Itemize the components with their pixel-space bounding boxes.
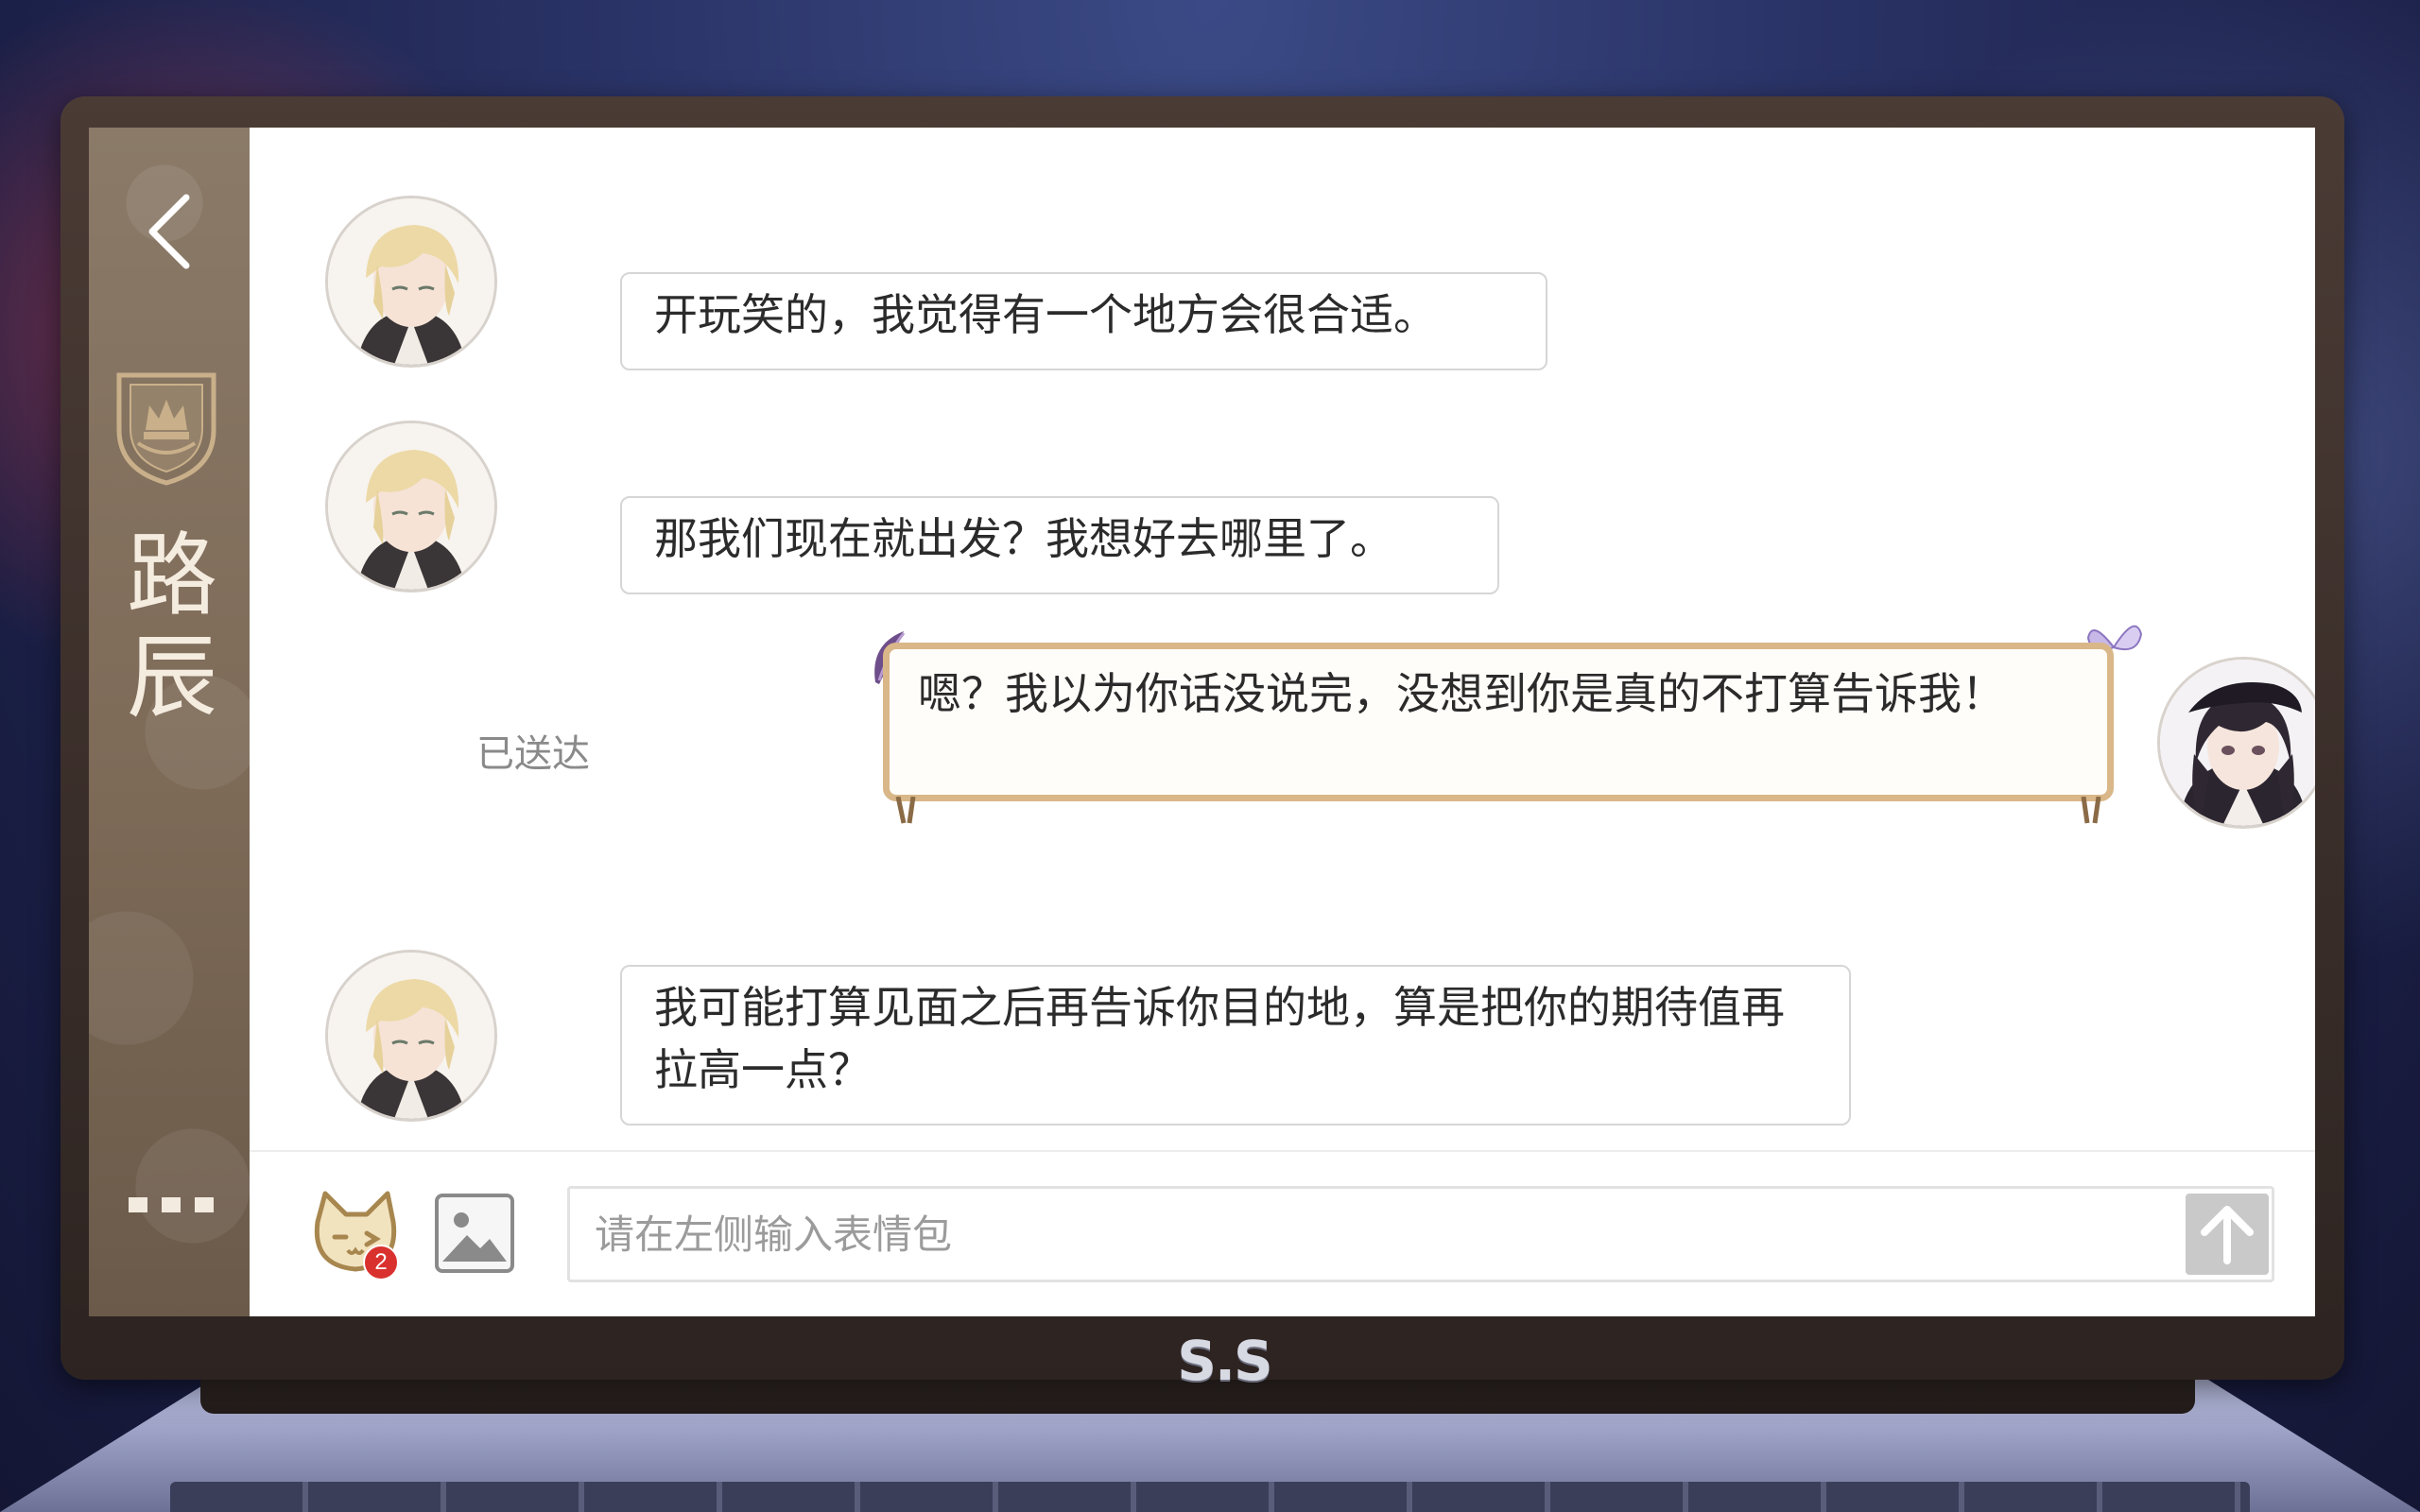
arrow-up-icon bbox=[2201, 1206, 2254, 1264]
sidebar: 路辰 bbox=[89, 128, 250, 1316]
more-dot bbox=[162, 1197, 181, 1212]
brand-logo: S.S bbox=[1177, 1329, 1273, 1393]
message-bubble-contact: 开玩笑的，我觉得有一个地方会很合适。 bbox=[620, 272, 1547, 370]
message-bubble-self: 嗯？我以为你话没说完，没想到你是真的不打算告诉我！ bbox=[883, 643, 2114, 801]
image-icon bbox=[442, 1212, 507, 1262]
message-text: 那我们现在就出发？我想好去哪里了。 bbox=[654, 513, 1393, 564]
message-text: 我可能打算见面之后再告诉你目的地，算是把你的期待值再拉高一点？ bbox=[654, 982, 1785, 1095]
input-bar: 2 bbox=[250, 1150, 2315, 1316]
message-input[interactable] bbox=[567, 1186, 2274, 1282]
chevron-left-icon bbox=[148, 194, 190, 269]
chat-screen: 路辰 开玩笑的，我觉得有一个地方会很合适。 那我们现在就出发？我想好去哪里了。 … bbox=[89, 128, 2315, 1316]
bubble-foot-right-icon bbox=[2081, 797, 2101, 824]
contact-avatar[interactable] bbox=[325, 196, 497, 368]
delivery-status: 已送达 bbox=[476, 732, 590, 776]
back-button[interactable] bbox=[130, 184, 206, 279]
bubble-foot-left-icon bbox=[895, 797, 916, 824]
message-text: 开玩笑的，我觉得有一个地方会很合适。 bbox=[654, 289, 1437, 340]
message-text: 嗯？我以为你话没说完，没想到你是真的不打算告诉我！ bbox=[918, 668, 2005, 719]
message-list: 开玩笑的，我觉得有一个地方会很合适。 那我们现在就出发？我想好去哪里了。 已送达 bbox=[250, 128, 2315, 1150]
crown-crest-icon bbox=[110, 364, 223, 487]
keyboard bbox=[170, 1482, 2250, 1512]
contact-name: 路辰 bbox=[127, 523, 217, 730]
sticker-button[interactable]: 2 bbox=[308, 1190, 403, 1284]
contact-avatar[interactable] bbox=[325, 421, 497, 593]
more-dot bbox=[129, 1197, 147, 1212]
image-button[interactable] bbox=[435, 1194, 514, 1273]
more-button[interactable] bbox=[129, 1186, 214, 1224]
contact-avatar[interactable] bbox=[325, 950, 497, 1122]
notification-badge: 2 bbox=[363, 1245, 399, 1280]
message-bubble-contact: 我可能打算见面之后再告诉你目的地，算是把你的期待值再拉高一点？ bbox=[620, 965, 1851, 1125]
self-avatar[interactable] bbox=[2157, 657, 2315, 829]
send-button[interactable] bbox=[2186, 1194, 2269, 1275]
message-bubble-contact: 那我们现在就出发？我想好去哪里了。 bbox=[620, 496, 1499, 594]
more-dot bbox=[195, 1197, 214, 1212]
